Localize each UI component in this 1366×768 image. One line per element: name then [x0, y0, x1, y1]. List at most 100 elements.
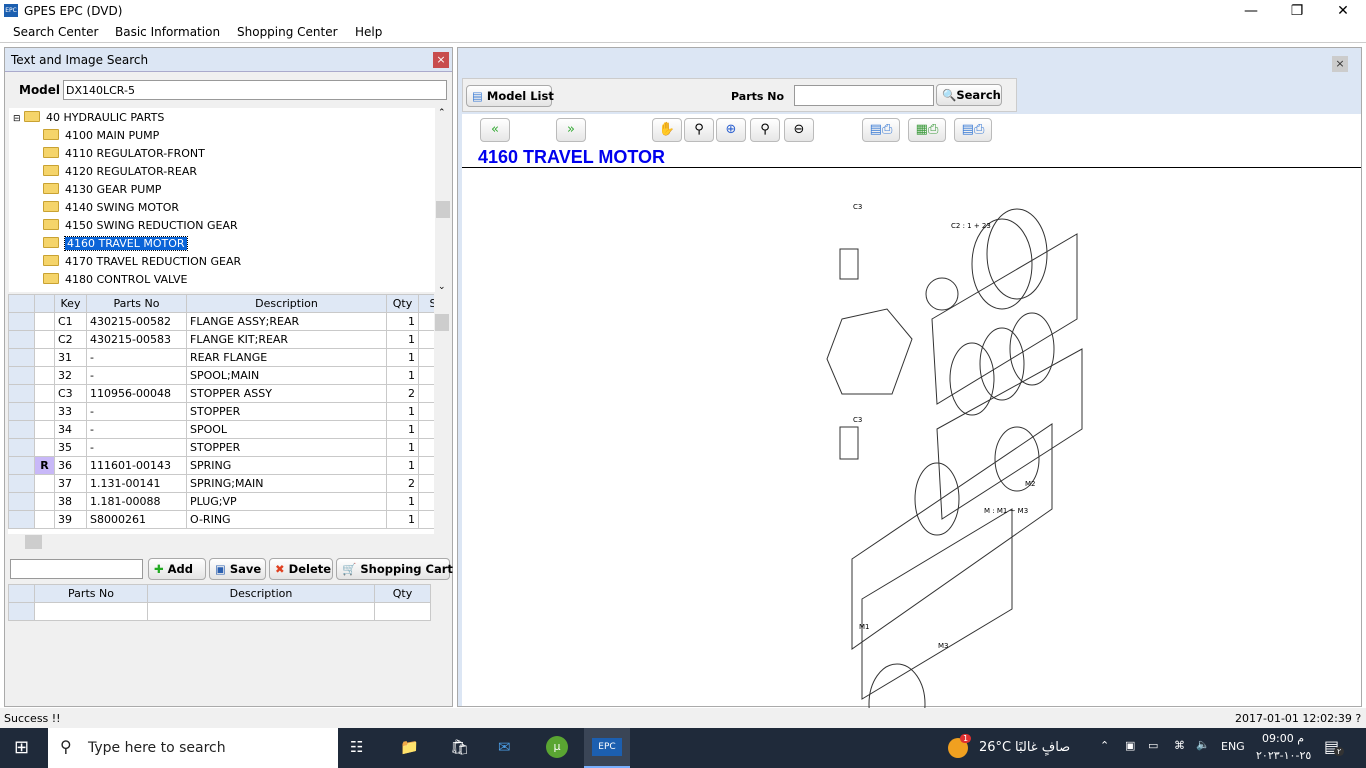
- clock-date[interactable]: ٢٥-١٠-٢٠٢٣: [1256, 749, 1311, 762]
- col-qty[interactable]: Qty: [386, 294, 419, 313]
- task-view-icon[interactable]: ☷: [350, 738, 363, 756]
- zoom-area-button[interactable]: ⚲: [684, 118, 714, 142]
- weather-badge: 1: [960, 734, 972, 743]
- utorrent-icon[interactable]: μ: [546, 736, 568, 758]
- menu-help[interactable]: Help: [355, 25, 382, 39]
- col-s[interactable]: S: [418, 294, 434, 313]
- notifications-badge: ٢: [1334, 747, 1345, 756]
- table-row[interactable]: C3 110956-00048 STOPPER ASSY 2: [8, 384, 434, 403]
- camera-icon[interactable]: ▣: [1125, 739, 1135, 752]
- zoom-in-button[interactable]: ⊕: [716, 118, 746, 142]
- language-indicator[interactable]: ENG: [1221, 740, 1245, 753]
- tree-node[interactable]: 4150 SWING REDUCTION GEAR: [43, 217, 238, 235]
- file-explorer-icon[interactable]: 📁: [400, 738, 419, 756]
- parts-hscrollbar[interactable]: [8, 534, 434, 551]
- print-image-button[interactable]: ▦⎙: [908, 118, 946, 142]
- hand-pan-button[interactable]: ✋: [652, 118, 682, 142]
- volume-icon[interactable]: 🔈: [1196, 738, 1210, 751]
- label-m2: M2: [1025, 480, 1036, 488]
- last-page-button[interactable]: »: [556, 118, 586, 142]
- col-description[interactable]: Description: [186, 294, 387, 313]
- wifi-icon[interactable]: ⌘: [1174, 739, 1185, 752]
- show-hidden-icons[interactable]: ⌃: [1100, 739, 1109, 752]
- battery-icon[interactable]: ▭: [1148, 739, 1158, 752]
- parts-no-input[interactable]: [794, 85, 934, 106]
- add-button[interactable]: ✚ Add: [148, 558, 206, 580]
- floppy-icon: ▣: [215, 562, 226, 576]
- table-row[interactable]: R 36 111601-00143 SPRING 1: [8, 456, 434, 475]
- tree-node[interactable]: 4180 CONTROL VALVE: [43, 271, 187, 289]
- row-flag: [34, 348, 55, 367]
- close-button[interactable]: ✕: [1320, 0, 1366, 22]
- tree-node[interactable]: 4160 TRAVEL MOTOR: [43, 235, 188, 253]
- zoom-out-button[interactable]: ⊖: [784, 118, 814, 142]
- parts-vscrollbar[interactable]: [434, 294, 450, 534]
- menu-shopping-center[interactable]: Shopping Center: [237, 25, 338, 39]
- row-header: [8, 384, 35, 403]
- cell-key: 32: [54, 366, 87, 385]
- tree-node[interactable]: 4110 REGULATOR-FRONT: [43, 145, 205, 163]
- epc-icon: EPC: [592, 738, 622, 756]
- table-row[interactable]: 32- SPOOL;MAIN 1: [8, 366, 434, 385]
- table-row[interactable]: 33- STOPPER 1: [8, 402, 434, 421]
- cell-description: FLANGE KIT;REAR: [186, 330, 387, 349]
- cart-label: Shopping Cart: [360, 562, 453, 576]
- epc-taskbar-button[interactable]: EPC: [584, 728, 630, 768]
- menu-search-center[interactable]: Search Center: [13, 25, 98, 39]
- search-placeholder: Type here to search: [88, 740, 226, 756]
- table-row[interactable]: 34- SPOOL 1: [8, 420, 434, 439]
- table-row[interactable]: 31- REAR FLANGE 1: [8, 348, 434, 367]
- table-row[interactable]: C2 430215-00583 FLANGE KIT;REAR 1: [8, 330, 434, 349]
- title-bar: EPC GPES EPC (DVD) — ❐ ✕: [0, 0, 1366, 22]
- col-key[interactable]: Key: [54, 294, 87, 313]
- search-button[interactable]: 🔍Search: [936, 84, 1002, 106]
- close-image-panel-button[interactable]: ×: [1332, 56, 1348, 72]
- col-parts-no[interactable]: Parts No: [86, 294, 187, 313]
- mail-icon[interactable]: ✉: [498, 738, 511, 756]
- tree-node-hydraulic-parts[interactable]: ⊟ 40 HYDRAULIC PARTS: [13, 109, 164, 127]
- minimize-button[interactable]: —: [1228, 0, 1274, 22]
- tree-node[interactable]: 4120 REGULATOR-REAR: [43, 163, 197, 181]
- collapse-icon[interactable]: ⊟: [13, 114, 21, 124]
- folder-icon: [43, 237, 59, 248]
- cell-parts-no: 110956-00048: [86, 384, 187, 403]
- tree-node[interactable]: 4140 SWING MOTOR: [43, 199, 179, 217]
- taskbar-search-box[interactable]: ⚲ Type here to search: [48, 728, 338, 768]
- cell-qty: 2: [386, 474, 419, 493]
- print-list-button[interactable]: ▤⎙: [862, 118, 900, 142]
- model-input[interactable]: [63, 80, 447, 100]
- cell-qty: 1: [386, 312, 419, 331]
- table-row[interactable]: 37 1.131-00141 SPRING;MAIN 2: [8, 474, 434, 493]
- menu-basic-information[interactable]: Basic Information: [115, 25, 220, 39]
- table-row[interactable]: 35- STOPPER 1: [8, 438, 434, 457]
- tree-label: 4130 GEAR PUMP: [65, 183, 162, 196]
- clock-time[interactable]: 09:00 م: [1262, 732, 1304, 745]
- maximize-button[interactable]: ❐: [1274, 0, 1320, 22]
- save-button[interactable]: ▣ Save: [209, 558, 266, 580]
- weather-icon[interactable]: 1: [948, 734, 972, 758]
- store-icon[interactable]: 🛍: [450, 738, 469, 756]
- table-row[interactable]: C1 430215-00582 FLANGE ASSY;REAR 1: [8, 312, 434, 331]
- image-viewer: « » ✋ ⚲ ⊕ ⚲ ⊖ ▤⎙ ▦⎙ ▤⎙ 4160 TRAVEL MOTOR…: [462, 114, 1361, 709]
- tree-scrollbar[interactable]: ⌃ ⌄: [435, 108, 451, 292]
- row-header: [8, 492, 35, 511]
- tree-node[interactable]: 4130 GEAR PUMP: [43, 181, 161, 199]
- table-row[interactable]: 39 S8000261 O-RING 1: [8, 510, 434, 529]
- print-all-button[interactable]: ▤⎙: [954, 118, 992, 142]
- model-list-button[interactable]: ▤ Model List: [466, 85, 554, 107]
- search-icon: 🔍: [942, 88, 957, 102]
- close-panel-button[interactable]: ×: [433, 52, 449, 68]
- exploded-parts-diagram: C2 : 1 + 23 M : M1 ~ M3 M1 M2 M3 C3 C3: [826, 203, 1083, 709]
- first-page-button[interactable]: «: [480, 118, 510, 142]
- windows-start-icon[interactable]: ⊞: [14, 737, 29, 758]
- table-row[interactable]: 38 1.181-00088 PLUG;VP 1: [8, 492, 434, 511]
- row-header: [8, 510, 35, 529]
- delete-button[interactable]: ✖ Delete: [269, 558, 333, 580]
- tree-node[interactable]: 4100 MAIN PUMP: [43, 127, 159, 145]
- zoom-fit-button[interactable]: ⚲: [750, 118, 780, 142]
- tree-node[interactable]: 4170 TRAVEL REDUCTION GEAR: [43, 253, 241, 271]
- notifications-icon[interactable]: ▤ ٢: [1324, 737, 1345, 756]
- cart-parts-input[interactable]: [10, 559, 143, 579]
- cell-key: C3: [54, 384, 87, 403]
- shopping-cart-button[interactable]: 🛒 Shopping Cart: [336, 558, 453, 580]
